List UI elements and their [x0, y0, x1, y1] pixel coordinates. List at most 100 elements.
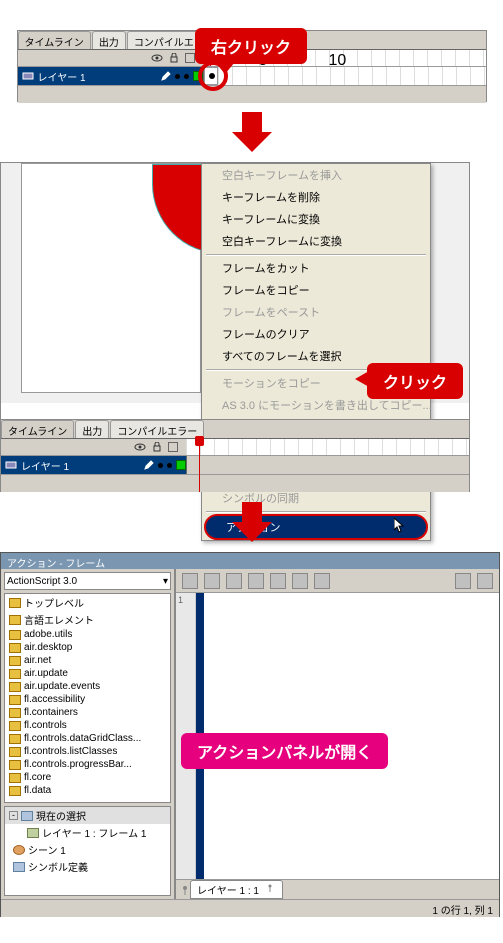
selection-header: 現在の選択: [36, 808, 86, 823]
cursor-icon: [394, 518, 406, 534]
callout-right-click: 右クリック: [195, 28, 307, 64]
script-icon: [27, 828, 39, 838]
tree-item-label: air.update: [24, 668, 68, 679]
pin-icon-small[interactable]: [266, 884, 276, 894]
tree-item[interactable]: air.net: [5, 654, 170, 667]
layer-row-2[interactable]: レイヤー 1: [1, 456, 469, 474]
actions-panel-title: アクション - フレーム: [1, 553, 499, 569]
tree-item[interactable]: fl.controls.progressBar...: [5, 758, 170, 771]
callout-click: クリック: [367, 363, 463, 399]
outline-color-box[interactable]: [176, 460, 186, 470]
tree-item[interactable]: fl.controls.listClasses: [5, 745, 170, 758]
symbol-icon: [13, 862, 25, 872]
outline-toggle-icon[interactable]: [185, 53, 195, 63]
frame-strip[interactable]: [203, 67, 486, 85]
menu-item[interactable]: キーフレームに変換: [202, 208, 430, 230]
callout-click-label: クリック: [383, 375, 447, 392]
selection-item[interactable]: シンボル定義: [28, 859, 88, 874]
lock-dot[interactable]: [167, 463, 172, 468]
package-icon: [9, 747, 21, 757]
tab-output[interactable]: 出力: [92, 31, 126, 49]
selection-item[interactable]: レイヤー 1 : フレーム 1: [42, 825, 146, 840]
package-icon: [9, 734, 21, 744]
tab-timeline-2[interactable]: タイムライン: [1, 420, 74, 438]
menu-item[interactable]: フレームのクリア: [202, 323, 430, 345]
canvas-stage[interactable]: [21, 163, 201, 393]
pin-icon[interactable]: [180, 885, 190, 895]
as-version-label: ActionScript 3.0: [7, 576, 77, 587]
package-icon: [9, 708, 21, 718]
format-icon[interactable]: [270, 573, 286, 589]
layer-row[interactable]: レイヤー 1: [18, 67, 486, 85]
package-icon: [9, 669, 21, 679]
tree-item[interactable]: air.update.events: [5, 680, 170, 693]
visibility-dot[interactable]: [158, 463, 163, 468]
callout-right-click-label: 右クリック: [211, 40, 291, 57]
package-icon: [9, 695, 21, 705]
tree-item[interactable]: fl.core: [5, 771, 170, 784]
package-icon: [9, 786, 21, 796]
lock-icon[interactable]: [169, 53, 179, 63]
eye-icon[interactable]: [151, 53, 163, 63]
lock-icon[interactable]: [152, 442, 162, 452]
target-icon[interactable]: [226, 573, 242, 589]
as-version-select[interactable]: ActionScript 3.0 ▾: [4, 572, 171, 590]
tree-item[interactable]: fl.containers: [5, 706, 170, 719]
tree-item[interactable]: fl.accessibility: [5, 693, 170, 706]
tree-item-label: air.net: [24, 655, 51, 666]
add-icon[interactable]: [182, 573, 198, 589]
actions-panel: アクション - フレーム ActionScript 3.0 ▾ トップレベル言語…: [0, 552, 500, 917]
menu-item[interactable]: フレームをカット: [202, 257, 430, 279]
package-icon: [9, 615, 21, 625]
selection-tree[interactable]: - 現在の選択 レイヤー 1 : フレーム 1 シーン 1 シンボル定義: [4, 806, 171, 896]
layer-name-2: レイヤー 1: [21, 458, 69, 473]
tree-item[interactable]: fl.data: [5, 784, 170, 797]
pencil-icon: [161, 71, 171, 81]
lock-dot[interactable]: [184, 74, 189, 79]
outline-toggle-icon[interactable]: [168, 442, 178, 452]
line-number: 1: [178, 595, 183, 605]
tree-item[interactable]: fl.controls: [5, 719, 170, 732]
tree-item-label: air.update.events: [24, 681, 100, 692]
tab-output-2[interactable]: 出力: [75, 420, 109, 438]
tree-item-label: fl.core: [24, 772, 51, 783]
tree-item[interactable]: 言語エレメント: [5, 611, 170, 628]
visibility-dot[interactable]: [175, 74, 180, 79]
tab-compile-errors-2[interactable]: コンパイルエラー: [110, 420, 204, 438]
menu-item[interactable]: フレームをペースト: [202, 301, 430, 323]
tree-item[interactable]: adobe.utils: [5, 628, 170, 641]
tree-item-label: トップレベル: [24, 595, 84, 610]
check-icon[interactable]: [248, 573, 264, 589]
minus-icon[interactable]: -: [9, 811, 18, 820]
menu-item[interactable]: 空白キーフレームを挿入: [202, 164, 430, 186]
arrow-down-2: [232, 502, 272, 542]
eye-icon[interactable]: [134, 442, 146, 452]
script-tab[interactable]: レイヤー 1 : 1: [190, 880, 283, 899]
tree-item[interactable]: air.desktop: [5, 641, 170, 654]
actions-toolbar: [176, 569, 499, 593]
help-icon[interactable]: [477, 573, 493, 589]
package-tree[interactable]: トップレベル言語エレメントadobe.utils air.desktop air.n…: [4, 593, 171, 803]
layer-icon: [5, 460, 17, 470]
selection-item[interactable]: シーン 1: [28, 842, 66, 857]
debug-icon[interactable]: [314, 573, 330, 589]
package-icon: [9, 630, 21, 640]
package-icon: [9, 598, 21, 608]
package-icon: [9, 760, 21, 770]
tree-item[interactable]: fl.controls.dataGridClass...: [5, 732, 170, 745]
layer-name: レイヤー 1: [38, 69, 86, 84]
status-bar: 1 の行 1, 列 1: [1, 899, 499, 917]
find-icon[interactable]: [204, 573, 220, 589]
tree-item-label: air.desktop: [24, 642, 72, 653]
tree-item[interactable]: トップレベル: [5, 594, 170, 611]
callout-panel-opens: アクションパネルが開く: [181, 733, 388, 769]
menu-item[interactable]: フレームをコピー: [202, 279, 430, 301]
tree-item[interactable]: air.update: [5, 667, 170, 680]
tree-item-label: adobe.utils: [24, 629, 72, 640]
tab-timeline[interactable]: タイムライン: [18, 31, 91, 49]
menu-item[interactable]: キーフレームを削除: [202, 186, 430, 208]
assist-icon[interactable]: [455, 573, 471, 589]
hint-icon[interactable]: [292, 573, 308, 589]
menu-item[interactable]: 空白キーフレームに変換: [202, 230, 430, 252]
outline-color-box[interactable]: [193, 71, 203, 81]
